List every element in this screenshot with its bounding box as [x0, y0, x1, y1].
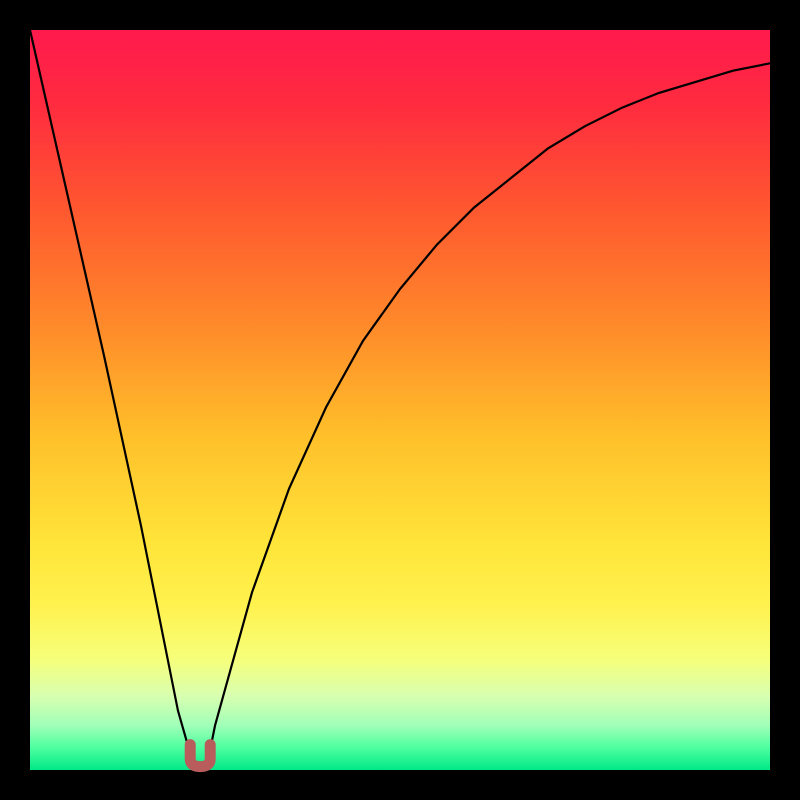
plot-background: [30, 30, 770, 770]
chart-frame: TheBottleneck.com: [0, 0, 800, 800]
bottleneck-chart: [0, 0, 800, 800]
